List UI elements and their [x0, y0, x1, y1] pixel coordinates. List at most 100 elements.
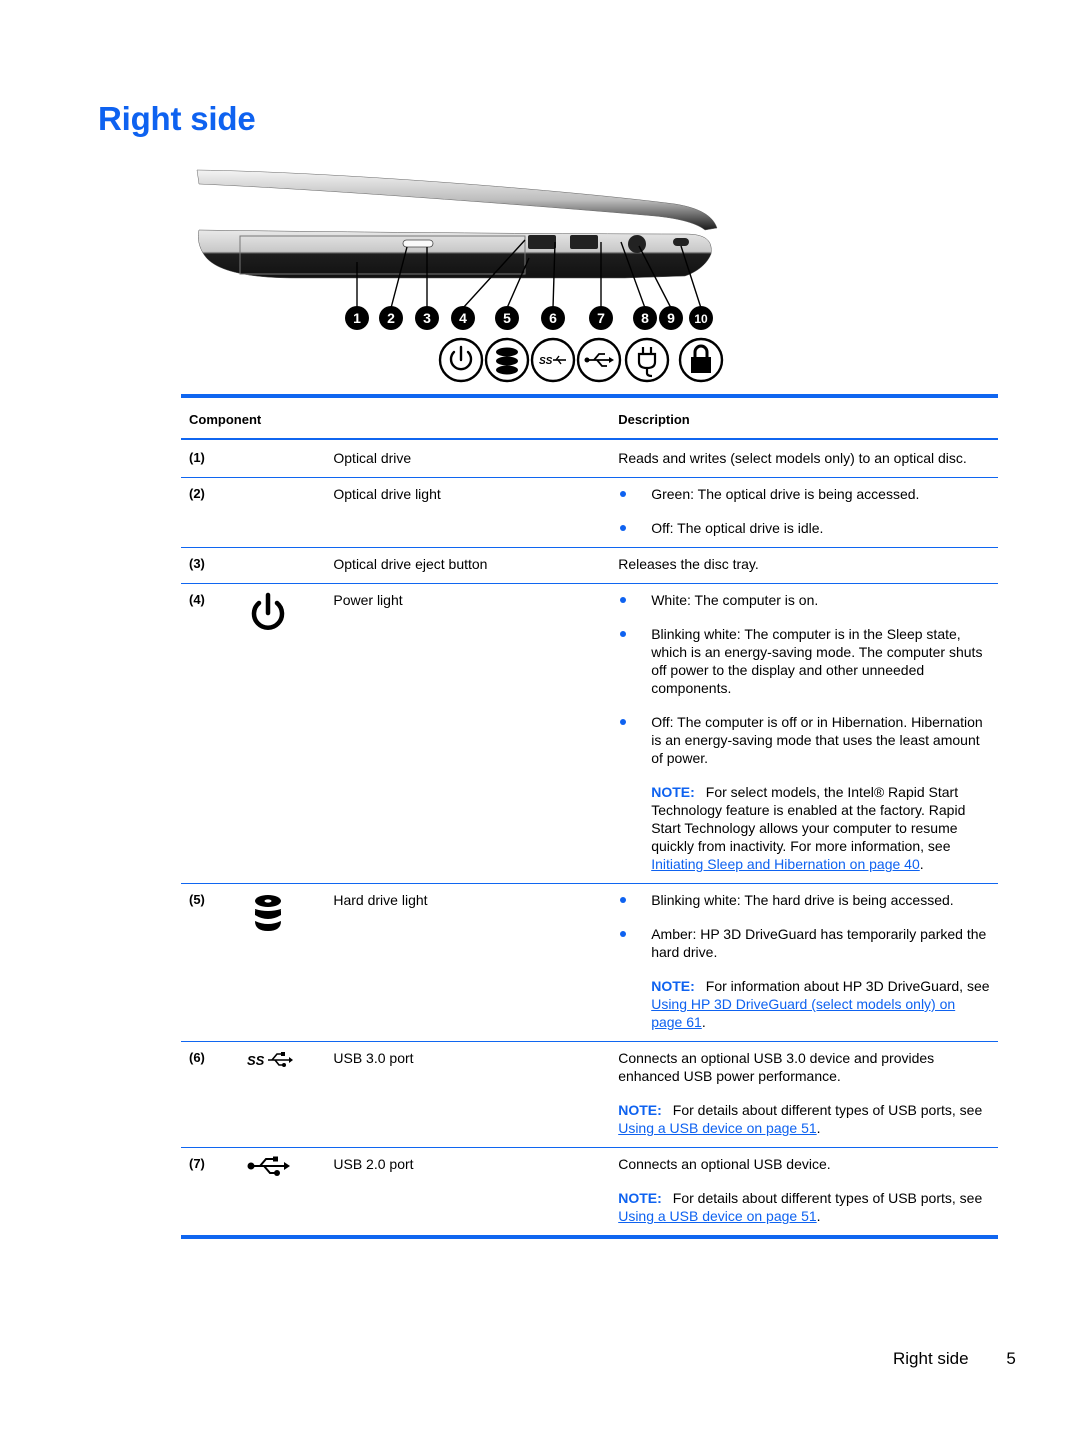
bullet-text: Green: The optical drive is being access…: [651, 486, 920, 502]
component-number: (4): [181, 583, 243, 884]
cross-reference-link[interactable]: Initiating Sleep and Hibernation on page…: [651, 856, 920, 872]
component-name: Power light: [325, 583, 611, 884]
bullet-icon: [620, 491, 627, 497]
description-text: Connects an optional USB 3.0 device and …: [618, 1050, 935, 1084]
description-bullets: Green: The optical drive is being access…: [618, 485, 990, 537]
bullet-icon: [620, 631, 627, 637]
component-icon-cell: SS: [242, 1041, 326, 1148]
description-text: Reads and writes (select models only) to…: [618, 450, 967, 466]
bullet-item: Blinking white: The hard drive is being …: [618, 891, 990, 909]
note: NOTE: For details about different types o…: [618, 1189, 990, 1225]
bullet-text: White: The computer is on.: [651, 592, 819, 608]
svg-text:SS: SS: [539, 356, 553, 367]
component-description: Reads and writes (select models only) to…: [610, 439, 998, 478]
legend-lock-icon: [678, 337, 724, 383]
header-component: Component: [181, 396, 611, 440]
note-text: For details about different types of USB…: [672, 1102, 983, 1118]
description-bullets: White: The computer is on. Blinking white…: [618, 591, 990, 767]
svg-text:7: 7: [597, 310, 605, 326]
note: NOTE: For information about HP 3D DriveGu…: [651, 977, 990, 1031]
bullet-text: Amber: HP 3D DriveGuard has temporarily …: [651, 926, 987, 960]
table-row: (5) Hard drive light Blinking white: The h…: [181, 883, 998, 1042]
description-bullets: Blinking white: The hard drive is being …: [618, 891, 990, 961]
component-number: (2): [181, 477, 243, 548]
note-text: For details about different types of USB…: [672, 1190, 983, 1206]
legend-hard-drive-icon: [484, 337, 530, 383]
page-footer: Right side 5: [893, 1349, 1016, 1369]
bullet-text: Off: The computer is off or in Hibernati…: [651, 714, 983, 766]
footer-section-title: Right side: [893, 1349, 969, 1368]
component-icon-cell: [242, 477, 326, 548]
note-trailing: .: [816, 1120, 821, 1136]
component-icon-cell: [242, 583, 326, 884]
bullet-icon: [620, 525, 627, 531]
note-label: NOTE:: [618, 1102, 662, 1118]
component-icon-cell: [242, 883, 326, 1042]
table-row: (3) Optical drive eject button Releases th…: [181, 547, 998, 584]
note: NOTE: For select models, the Intel® Rapid…: [651, 783, 990, 873]
bullet-text: Off: The optical drive is idle.: [651, 520, 824, 536]
usb-icon: [246, 1155, 292, 1181]
component-icon-cell: [242, 1147, 326, 1237]
usb2-port-illustration: [570, 235, 598, 249]
note-trailing: .: [919, 856, 924, 872]
callout-2: 2: [379, 306, 403, 330]
eject-button: [402, 239, 434, 248]
page-title: Right side: [98, 100, 256, 137]
callout-7: 7: [589, 306, 613, 330]
table-header-row: Component Description: [181, 396, 998, 440]
cross-reference-link[interactable]: Using a USB device on page 51: [618, 1208, 816, 1224]
component-name: Optical drive eject button: [325, 547, 611, 584]
component-number: (1): [189, 450, 205, 465]
component-name: Optical drive light: [325, 477, 611, 548]
component-number: (6): [181, 1041, 243, 1148]
callout-8: 8: [633, 306, 657, 330]
component-icon-cell: [242, 439, 325, 478]
component-name: USB 2.0 port: [325, 1147, 611, 1237]
note-label: NOTE:: [651, 784, 695, 800]
component-description: Green: The optical drive is being access…: [610, 477, 998, 548]
bullet-item: Green: The optical drive is being access…: [618, 485, 990, 503]
component-description: Connects an optional USB device. NOTE: For…: [610, 1147, 998, 1237]
power-connector-illustration: [628, 235, 646, 253]
note-label: NOTE:: [618, 1190, 662, 1206]
bullet-icon: [620, 597, 627, 603]
note-text: For information about HP 3D DriveGuard, …: [705, 978, 990, 994]
cross-reference-link[interactable]: Using HP 3D DriveGuard (select models on…: [651, 996, 955, 1030]
usb3-port-illustration: [528, 235, 556, 249]
svg-text:SS: SS: [247, 1053, 265, 1068]
bullet-item: White: The computer is on.: [618, 591, 990, 609]
legend-usb-3-icon: SS: [530, 337, 576, 383]
table-row: (4) Power light White: The computer is on.…: [181, 583, 998, 884]
note-trailing: .: [701, 1014, 706, 1030]
component-description: Blinking white: The hard drive is being …: [610, 883, 998, 1042]
laptop-lid: [196, 169, 718, 231]
note-trailing: .: [816, 1208, 821, 1224]
svg-text:3: 3: [423, 310, 431, 326]
component-icon-cell: [242, 547, 326, 584]
table-row: (7) USB 2.0 port Connects an optional USB …: [181, 1147, 998, 1237]
note-text: For select models, the Intel® Rapid Star…: [651, 784, 966, 854]
callout-3: 3: [415, 306, 439, 330]
component-table: Component Description (1) Optical drive Re…: [181, 394, 998, 1239]
bullet-item: Off: The computer is off or in Hibernati…: [618, 713, 990, 767]
table-row: (1) Optical drive Reads and writes (select…: [181, 439, 998, 478]
component-number: (7): [181, 1147, 243, 1237]
bullet-icon: [620, 931, 627, 937]
component-number: (5): [181, 883, 243, 1042]
bullet-item: Amber: HP 3D DriveGuard has temporarily …: [618, 925, 990, 961]
component-description: Releases the disc tray.: [610, 547, 998, 584]
callout-1: 1: [345, 306, 369, 330]
callout-6: 6: [541, 306, 565, 330]
description-text: Connects an optional USB device.: [618, 1156, 831, 1172]
cross-reference-link[interactable]: Using a USB device on page 51: [618, 1120, 816, 1136]
svg-text:1: 1: [353, 310, 361, 326]
component-description: Connects an optional USB 3.0 device and …: [610, 1041, 998, 1148]
note-label: NOTE:: [651, 978, 695, 994]
component-name: USB 3.0 port: [325, 1041, 611, 1148]
usb-3-icon: SS: [246, 1049, 296, 1075]
callout-5: 5: [495, 306, 519, 330]
svg-text:2: 2: [387, 310, 395, 326]
bullet-text: Blinking white: The hard drive is being …: [651, 892, 954, 908]
table-row: (2) Optical drive light Green: The optical…: [181, 477, 998, 548]
